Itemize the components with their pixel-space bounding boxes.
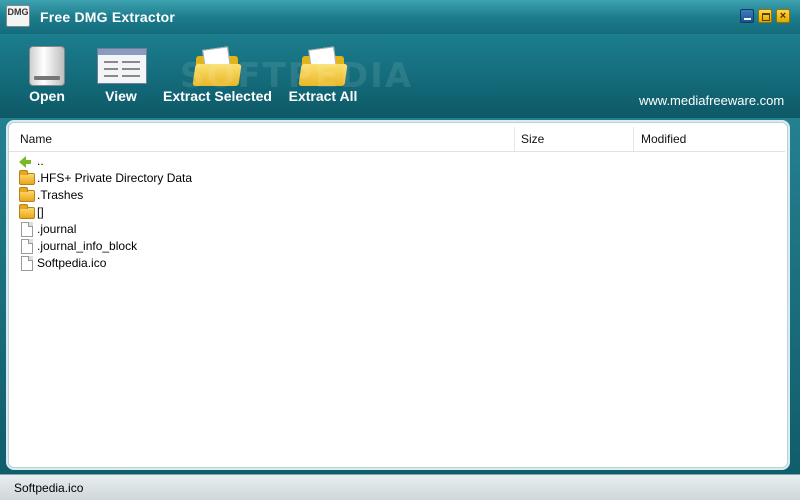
dmg-app-icon: DMG [6,5,30,27]
open-label: Open [29,88,65,104]
list-header: Name Size Modified [9,127,785,152]
open-button[interactable]: Open [22,42,72,104]
app-window: DMG Free DMG Extractor × Open View Extra… [0,0,800,500]
list-item[interactable]: .journal_info_block [9,238,785,255]
window-list-icon [97,48,147,84]
item-name: .. [37,154,44,168]
website-link[interactable]: www.mediafreeware.com [639,93,784,108]
folder-icon [19,204,35,219]
item-name: Softpedia.ico [37,256,107,270]
status-bar: Softpedia.ico [0,474,800,500]
list-item[interactable]: .HFS+ Private Directory Data [9,170,785,187]
column-header-name[interactable]: Name [9,127,513,151]
item-name: .Trashes [37,188,84,202]
softpedia-watermark: SOFTPEDIA [180,56,414,96]
back-arrow-icon [19,156,31,168]
folder-icon [19,187,35,202]
minimize-button[interactable] [740,9,754,23]
view-label: View [105,88,137,104]
list-item[interactable]: .journal [9,221,785,238]
list-item[interactable]: Softpedia.ico [9,255,785,272]
drive-icon [29,46,65,86]
view-button[interactable]: View [95,42,147,104]
close-button[interactable]: × [776,9,790,23]
list-item[interactable]: .Trashes [9,187,785,204]
window-title: Free DMG Extractor [40,9,176,25]
file-icon [21,222,33,237]
maximize-button[interactable] [758,9,772,23]
item-name: .HFS+ Private Directory Data [37,171,193,185]
list-rows: .. .HFS+ Private Directory Data .Trashes… [9,153,785,272]
column-header-modified[interactable]: Modified [633,127,785,151]
item-name: .journal_info_block [37,239,138,253]
folder-icon [19,170,35,185]
file-icon [21,256,33,271]
list-item[interactable]: [] [9,204,785,221]
column-header-size[interactable]: Size [514,127,632,151]
file-icon [21,239,33,254]
list-item[interactable]: .. [9,153,785,170]
item-name: [] [37,205,44,219]
status-text: Softpedia.ico [14,481,84,495]
file-list[interactable]: Name Size Modified .. .HFS+ Private Dire… [8,122,788,468]
item-name: .journal [37,222,77,236]
title-bar[interactable]: DMG Free DMG Extractor × [0,0,800,34]
